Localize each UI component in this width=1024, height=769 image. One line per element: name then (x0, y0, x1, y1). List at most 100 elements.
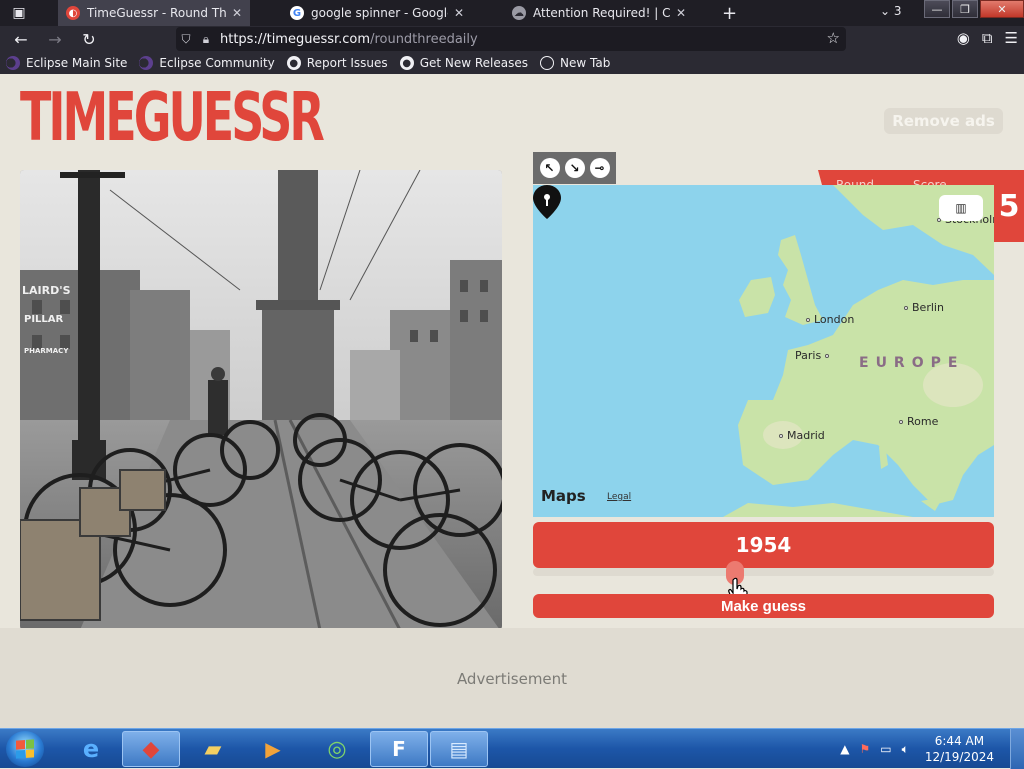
tab-google-spinner[interactable]: G google spinner - Google Sea ✕ (282, 0, 472, 26)
remove-ads-button[interactable]: Remove ads (884, 108, 1003, 134)
round-number: 5 (994, 170, 1024, 242)
show-desktop-button[interactable] (1010, 729, 1024, 769)
map-pin-icon[interactable] (533, 185, 561, 219)
chrome-browser-icon[interactable]: ◎ (308, 731, 366, 767)
start-button[interactable] (6, 731, 44, 767)
tab-title: TimeGuessr - Round Three (87, 6, 226, 20)
google-favicon-icon: G (290, 6, 304, 20)
tab-timeguessr[interactable]: ◐ TimeGuessr - Round Three ✕ (58, 0, 250, 26)
close-tab-icon[interactable]: ✕ (232, 6, 242, 20)
bookmark-new-tab[interactable]: New Tab (540, 56, 610, 70)
github-icon: ● (399, 56, 414, 70)
tab-strip: ▣ ◐ TimeGuessr - Round Three ✕ G google … (0, 0, 1024, 26)
make-guess-button[interactable]: Make guess (533, 594, 994, 618)
bookmark-get-new-releases[interactable]: ● Get New Releases (399, 56, 529, 70)
show-hidden-icons-icon[interactable]: ▲ (840, 742, 849, 756)
photo-sign-pharmacy: PHARMACY (24, 347, 69, 355)
advertisement-label: Advertisement (456, 670, 568, 688)
bookmark-label: Get New Releases (419, 56, 529, 70)
year-slider-track[interactable] (533, 568, 994, 576)
new-tab-button[interactable]: + (722, 3, 737, 24)
city-london: London (806, 313, 854, 326)
extensions-icon[interactable]: ⧉ (982, 29, 993, 47)
github-icon: ● (286, 56, 301, 70)
browser-app-icon[interactable]: F (370, 731, 428, 767)
bookmark-star-icon[interactable]: ☆ (827, 29, 840, 47)
restore-button[interactable]: ❐ (952, 0, 978, 18)
email-app-icon[interactable]: ◆ (122, 731, 180, 767)
windows-logo-icon (16, 739, 34, 759)
windows-taskbar: e ◆ ▰ ▶ ◎ F ▤ ▲ ⚑ ▭ 🔈︎ 6:44 AM 12/19/202… (0, 728, 1024, 769)
tab-cloudflare[interactable]: ☁ Attention Required! | Cloudf ✕ (504, 0, 694, 26)
forward-arrow-icon[interactable]: → (38, 30, 72, 49)
volume-icon[interactable]: 🔈︎ (902, 742, 909, 757)
year-display: 1954 (533, 522, 994, 568)
bookmark-label: Eclipse Main Site (26, 56, 128, 70)
shield-icon[interactable]: ⛉ (176, 32, 196, 47)
city-name: Paris (795, 349, 822, 362)
pin-map-icon[interactable]: ⊸ (589, 158, 610, 178)
close-window-button[interactable]: ✕ (980, 0, 1024, 18)
bookmark-eclipse-community[interactable]: Eclipse Community (139, 56, 275, 70)
bookmark-report-issues[interactable]: ● Report Issues (286, 56, 388, 70)
eclipse-icon (139, 56, 154, 70)
eclipse-icon (6, 56, 20, 70)
shrink-map-icon[interactable]: ↘ (564, 158, 585, 178)
url-host: https://timeguessr.com (220, 31, 371, 47)
lock-icon[interactable]: 🔒︎ (196, 32, 216, 47)
advertisement-area: Advertisement (0, 628, 1024, 728)
system-clock[interactable]: 6:44 AM 12/19/2024 (925, 733, 994, 765)
bookmark-eclipse-main-site[interactable]: Eclipse Main Site (6, 56, 127, 70)
reload-icon[interactable]: ↻ (72, 30, 106, 49)
map-legal-link[interactable]: Legal (607, 492, 631, 502)
tab-count: 3 (893, 4, 902, 18)
city-dot-icon (779, 434, 783, 438)
city-dot-icon (904, 306, 908, 310)
city-rome: Rome (899, 415, 938, 428)
clock-time: 6:44 AM (934, 734, 985, 748)
network-icon[interactable]: ▭ (880, 742, 891, 756)
city-name: London (814, 313, 855, 326)
close-tab-icon[interactable]: ✕ (454, 6, 464, 20)
city-dot-icon (824, 354, 829, 358)
city-dot-icon (806, 318, 810, 322)
address-bar[interactable]: ⛉ 🔒︎ https://timeguessr.com/roundthreeda… (176, 27, 846, 51)
map-type-icon[interactable]: ▥ (939, 195, 983, 221)
guess-map[interactable]: Stockholm London Berlin Paris Madrid Rom… (533, 185, 994, 517)
close-tab-icon[interactable]: ✕ (676, 6, 686, 20)
timeguessr-logo[interactable]: TIMEGUESSR (20, 84, 325, 151)
internet-explorer-icon[interactable]: e (62, 731, 120, 767)
minimize-button[interactable]: — (924, 0, 950, 18)
toolbar-right: ◉ ⧉ ☰ (957, 29, 1018, 47)
tab-overview-icon[interactable]: ▣ (0, 0, 38, 26)
city-name: Madrid (787, 429, 825, 442)
bookmark-label: Eclipse Community (159, 56, 275, 70)
account-icon[interactable]: ◉ (957, 29, 970, 47)
city-paris: Paris (795, 349, 833, 362)
tab-title: google spinner - Google Sea (311, 6, 448, 20)
region-label: EUROPE (859, 355, 965, 371)
url-path: /roundthreedaily (370, 31, 478, 47)
expand-map-icon[interactable]: ↖ (539, 158, 560, 178)
globe-icon (540, 56, 555, 70)
photo-sign-pillar: PILLAR (24, 314, 64, 325)
clock-date: 12/19/2024 (924, 750, 994, 764)
list-all-tabs-button[interactable]: ⌄ 3 (880, 4, 902, 18)
back-arrow-icon[interactable]: ← (4, 30, 38, 49)
bookmarks-toolbar: Eclipse Main Site Eclipse Community ● Re… (0, 52, 1024, 74)
city-name: Berlin (912, 301, 944, 314)
round-photo: LAIRD'S PILLAR PHARMACY (20, 170, 502, 630)
city-madrid: Madrid (779, 429, 825, 442)
control-panel-icon[interactable]: ▤ (430, 731, 488, 767)
maps-brand-text: Maps (541, 487, 586, 505)
city-berlin: Berlin (904, 301, 944, 314)
apple-maps-logo: Maps (541, 487, 586, 505)
page-content: TIMEGUESSR Remove ads LAIRD'S PILLAR PHA… (0, 74, 1024, 728)
menu-icon[interactable]: ☰ (1005, 29, 1018, 47)
action-center-flag-icon[interactable]: ⚑ (860, 742, 871, 756)
bookmark-label: New Tab (560, 56, 611, 70)
file-explorer-icon[interactable]: ▰ (184, 731, 242, 767)
city-dot-icon (899, 420, 903, 424)
media-player-icon[interactable]: ▶ (244, 731, 302, 767)
street-photo-illustration: LAIRD'S PILLAR PHARMACY (20, 170, 502, 630)
